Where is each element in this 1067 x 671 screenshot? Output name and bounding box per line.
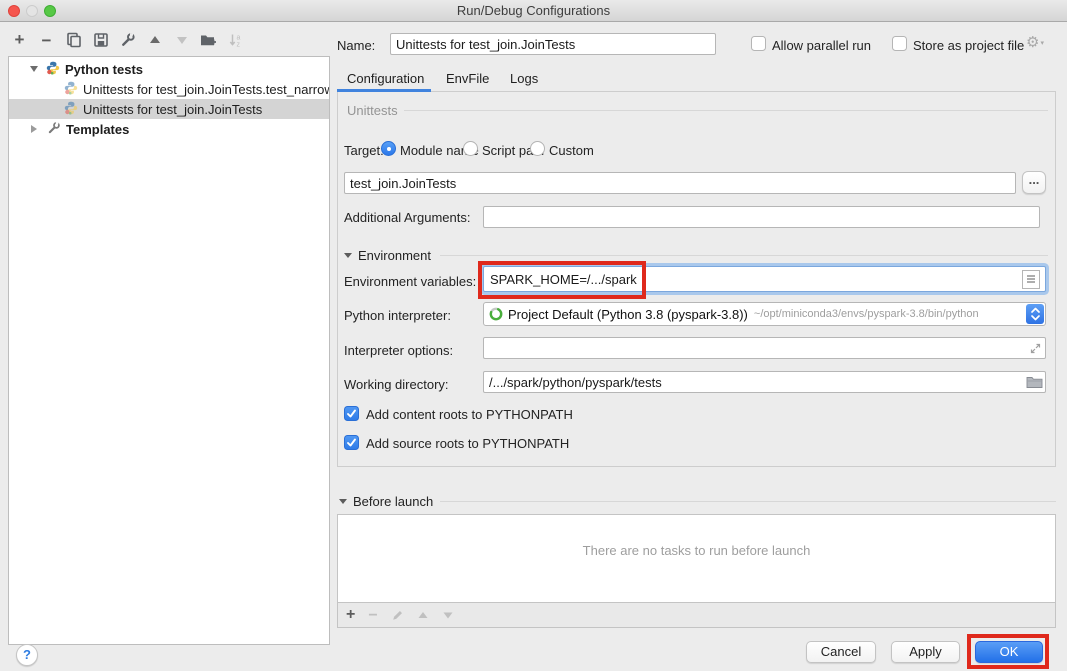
python-tests-icon	[64, 81, 78, 98]
target-script-path-radio[interactable]	[463, 141, 478, 156]
move-up-icon[interactable]	[146, 31, 163, 49]
browse-folder-icon[interactable]	[1026, 375, 1043, 389]
python-interpreter-label: Python interpreter:	[344, 308, 451, 323]
add-source-roots-checkbox[interactable]	[344, 435, 359, 450]
before-launch-toolbar: + −	[337, 602, 1056, 628]
add-source-roots-label: Add source roots to PYTHONPATH	[366, 436, 569, 451]
unittests-group-label: Unittests	[347, 103, 398, 118]
python-tests-icon	[64, 101, 78, 118]
environment-section-collapse-icon[interactable]	[344, 253, 352, 258]
target-label: Target:	[344, 143, 384, 158]
expanded-arrow-icon[interactable]	[30, 66, 38, 72]
remove-configuration-icon[interactable]: −	[38, 31, 55, 49]
window-title: Run/Debug Configurations	[0, 3, 1067, 18]
group-divider	[404, 110, 1048, 111]
move-down-icon[interactable]	[173, 31, 190, 49]
tree-item-templates[interactable]: Templates	[9, 119, 329, 139]
run-debug-configurations-dialog: Run/Debug Configurations + − az	[0, 0, 1067, 671]
environment-section-label: Environment	[358, 248, 431, 263]
help-button[interactable]: ?	[16, 644, 38, 666]
edit-task-icon[interactable]	[391, 609, 404, 622]
save-configuration-icon[interactable]	[92, 31, 109, 49]
move-task-down-icon[interactable]	[442, 609, 454, 621]
combo-stepper-icon[interactable]	[1026, 304, 1044, 324]
expand-field-icon[interactable]	[1028, 341, 1042, 355]
tab-logs[interactable]: Logs	[510, 71, 538, 86]
tree-item-python-tests[interactable]: Python tests	[9, 59, 329, 79]
svg-text:z: z	[236, 42, 240, 49]
browse-module-button[interactable]: ...	[1022, 171, 1046, 194]
move-task-up-icon[interactable]	[417, 609, 429, 621]
python-interpreter-path: ~/opt/miniconda3/envs/pyspark-3.8/bin/py…	[754, 308, 979, 320]
active-tab-underline	[337, 89, 431, 92]
name-label: Name:	[337, 38, 375, 53]
before-launch-label: Before launch	[353, 494, 433, 509]
working-directory-input[interactable]	[483, 371, 1046, 393]
configurations-toolbar: + − az	[11, 31, 244, 49]
environment-variables-label: Environment variables:	[344, 274, 476, 289]
edit-templates-wrench-icon[interactable]	[119, 31, 136, 49]
additional-arguments-label: Additional Arguments:	[344, 210, 470, 225]
store-options-gear-icon[interactable]: ⚙▾	[1026, 35, 1044, 50]
store-as-project-file-checkbox[interactable]	[892, 36, 907, 51]
module-name-input[interactable]	[344, 172, 1016, 194]
python-interpreter-value: Project Default (Python 3.8 (pyspark-3.8…	[508, 307, 748, 322]
store-as-project-file-label: Store as project file	[913, 38, 1024, 53]
tree-item-label: Templates	[66, 122, 129, 137]
interpreter-options-label: Interpreter options:	[344, 343, 453, 358]
tree-item-unittests-jointests-selected[interactable]: Unittests for test_join.JoinTests	[9, 99, 329, 119]
additional-arguments-input[interactable]	[483, 206, 1040, 228]
target-module-name-radio[interactable]	[381, 141, 396, 156]
ok-button[interactable]: OK	[975, 641, 1043, 663]
cancel-button[interactable]: Cancel	[806, 641, 876, 663]
templates-wrench-icon	[47, 121, 61, 138]
new-folder-icon[interactable]	[200, 31, 217, 49]
name-input[interactable]	[390, 33, 716, 55]
python-interpreter-select[interactable]: Project Default (Python 3.8 (pyspark-3.8…	[483, 302, 1046, 326]
configurations-tree: Python tests Unittests for test_join.Joi…	[8, 56, 330, 645]
tree-item-label: Unittests for test_join.JoinTests.test_n…	[83, 82, 329, 97]
add-content-roots-checkbox[interactable]	[344, 406, 359, 421]
edit-environment-variables-icon[interactable]	[1022, 270, 1040, 289]
interpreter-options-input[interactable]	[483, 337, 1046, 359]
section-divider	[440, 255, 1048, 256]
working-directory-label: Working directory:	[344, 377, 449, 392]
before-launch-collapse-icon[interactable]	[339, 499, 347, 504]
tab-configuration[interactable]: Configuration	[347, 71, 424, 86]
svg-text:a: a	[236, 35, 240, 42]
conda-environment-icon	[488, 306, 504, 322]
sort-configurations-icon[interactable]: az	[227, 31, 244, 49]
copy-configuration-icon[interactable]	[65, 31, 82, 49]
target-custom-label: Custom	[549, 143, 594, 158]
tab-envfile[interactable]: EnvFile	[446, 71, 489, 86]
environment-variables-input[interactable]	[485, 268, 1015, 290]
tree-item-label: Unittests for test_join.JoinTests	[83, 102, 262, 117]
target-custom-radio[interactable]	[530, 141, 545, 156]
python-tests-icon	[46, 61, 60, 78]
before-launch-empty-message: There are no tasks to run before launch	[337, 543, 1056, 558]
environment-variables-field	[483, 266, 1046, 292]
title-bar: Run/Debug Configurations	[0, 0, 1067, 22]
remove-task-icon[interactable]: −	[368, 608, 377, 623]
collapsed-arrow-icon[interactable]	[31, 125, 37, 133]
tree-item-unittests-test-narrow[interactable]: Unittests for test_join.JoinTests.test_n…	[9, 79, 329, 99]
allow-parallel-run-checkbox[interactable]	[751, 36, 766, 51]
before-launch-task-list	[337, 514, 1056, 603]
add-task-icon[interactable]: +	[346, 607, 355, 623]
allow-parallel-run-label: Allow parallel run	[772, 38, 871, 53]
add-configuration-icon[interactable]: +	[11, 31, 28, 49]
add-content-roots-label: Add content roots to PYTHONPATH	[366, 407, 573, 422]
tree-item-label: Python tests	[65, 62, 143, 77]
section-divider	[440, 501, 1056, 502]
apply-button[interactable]: Apply	[891, 641, 960, 663]
